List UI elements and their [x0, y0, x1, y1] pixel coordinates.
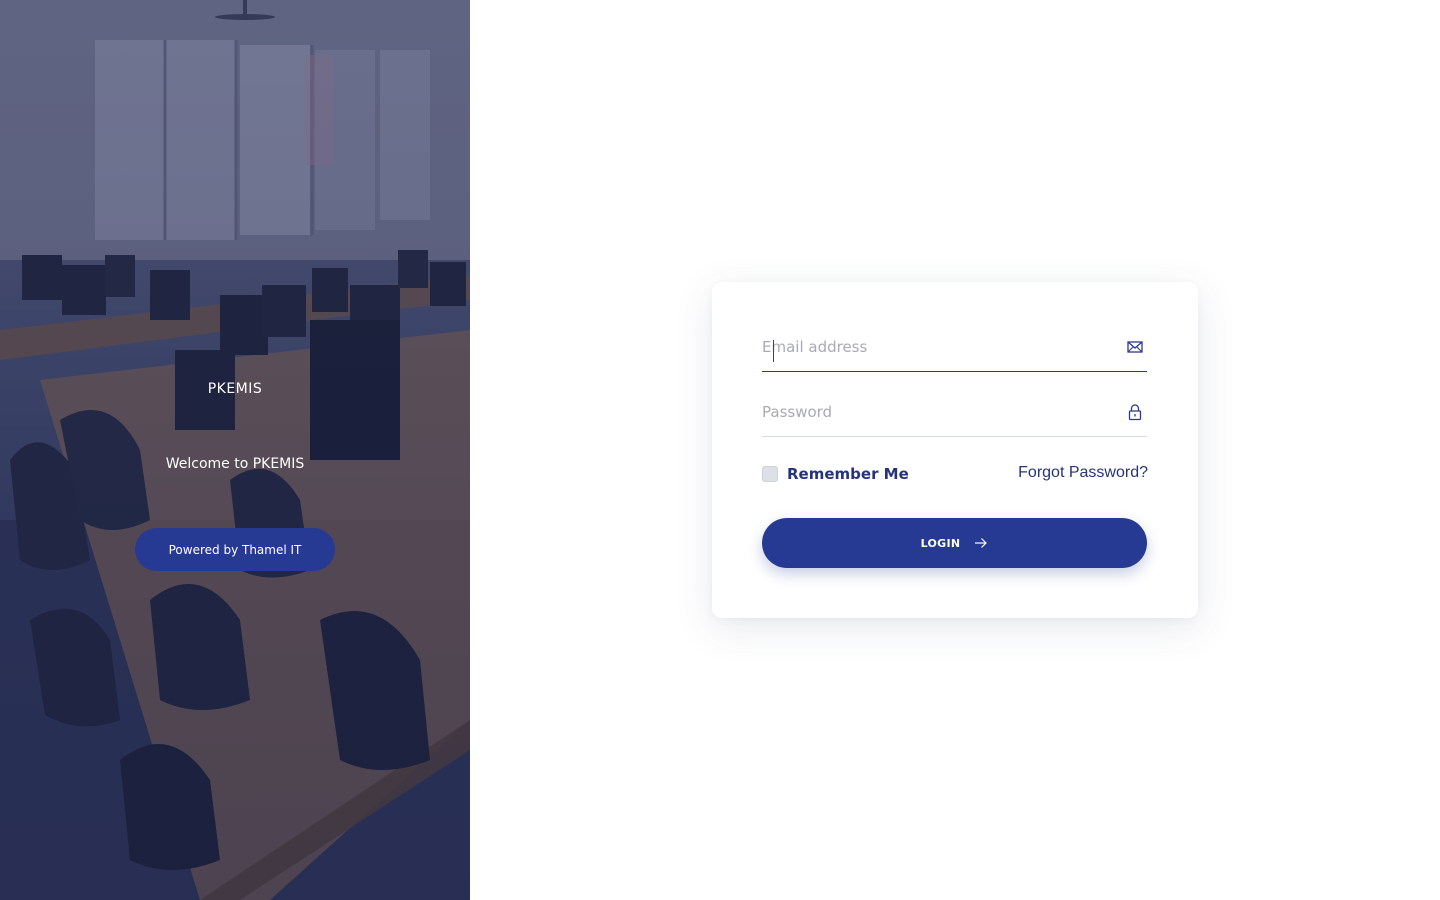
forgot-password-link[interactable]: Forgot Password?	[1018, 464, 1148, 482]
arrow-right-icon	[975, 538, 988, 548]
brand-name: PKEMIS	[207, 381, 263, 397]
password-input[interactable]	[762, 397, 1112, 427]
envelope-icon	[1127, 341, 1143, 353]
remember-me-label[interactable]: Remember Me	[787, 465, 909, 483]
hero-content: PKEMIS Welcome to PKEMIS Powered by Tham…	[0, 0, 470, 900]
login-page: PKEMIS Welcome to PKEMIS Powered by Tham…	[0, 0, 1440, 900]
remember-me[interactable]: Remember Me	[762, 465, 909, 483]
email-field-group	[762, 314, 1147, 372]
login-card: Remember Me Forgot Password? LOGIN	[712, 282, 1198, 618]
login-button-label: LOGIN	[920, 536, 961, 550]
welcome-text: Welcome to PKEMIS	[165, 456, 305, 472]
email-input[interactable]	[762, 332, 1112, 362]
lock-icon	[1128, 404, 1142, 421]
text-cursor	[773, 340, 774, 362]
login-button[interactable]: LOGIN	[762, 518, 1147, 568]
password-field-group	[762, 379, 1147, 437]
remember-me-checkbox[interactable]	[762, 466, 778, 482]
powered-by-button[interactable]: Powered by Thamel IT	[135, 528, 335, 571]
hero-panel: PKEMIS Welcome to PKEMIS Powered by Tham…	[0, 0, 470, 900]
